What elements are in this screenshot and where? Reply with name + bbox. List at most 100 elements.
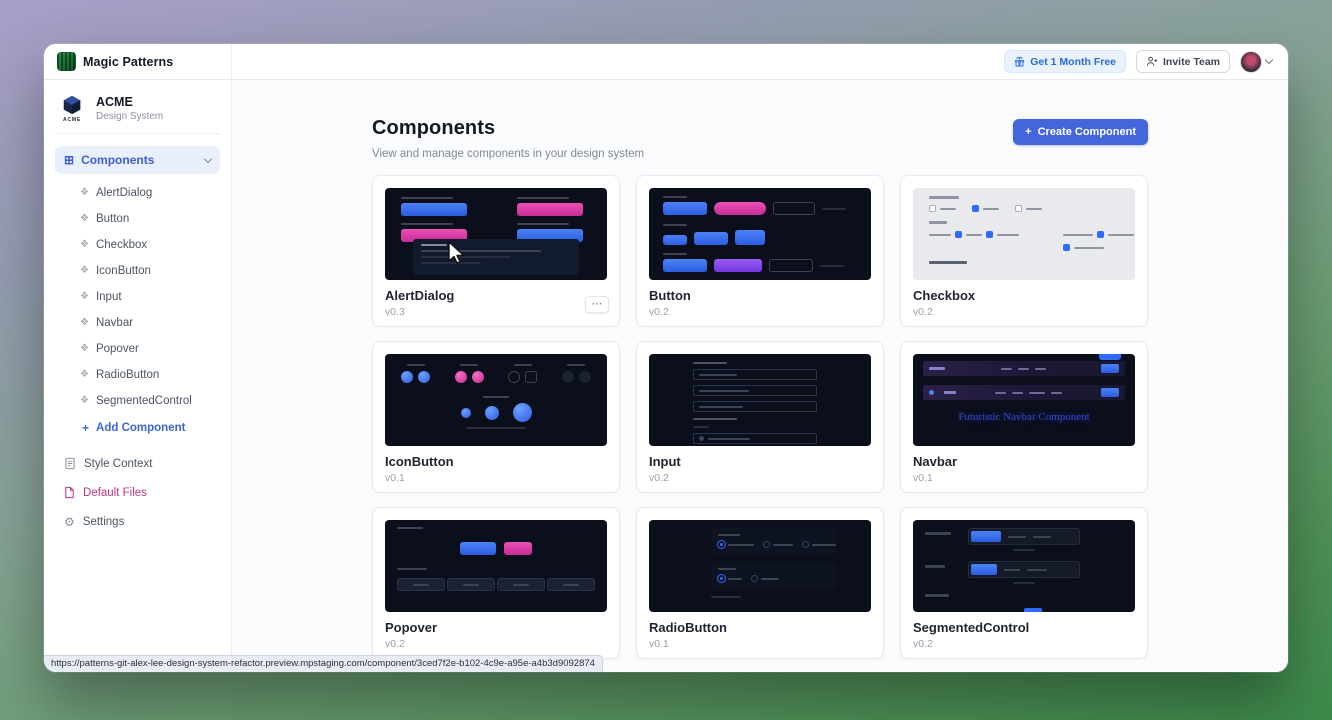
- sidebar-item-settings[interactable]: ⚙ Settings: [54, 507, 221, 536]
- thumb-demo: [663, 196, 857, 215]
- cube-icon: [61, 94, 83, 116]
- component-thumbnail[interactable]: Futuristic Navbar Component: [913, 354, 1135, 446]
- page-title: Components: [372, 117, 644, 140]
- component-icon: ❖: [80, 188, 89, 198]
- thumb-demo: [663, 253, 857, 272]
- component-thumbnail[interactable]: [385, 354, 607, 446]
- sidebar-item-radiobutton[interactable]: ❖RadioButton: [54, 362, 221, 388]
- link-preview-statusbar: https://patterns-git-alex-lee-design-sys…: [44, 655, 603, 672]
- brand-area: Magic Patterns: [44, 44, 232, 79]
- thumb-demo: [923, 361, 1125, 376]
- plus-icon: +: [1025, 126, 1031, 138]
- component-thumbnail[interactable]: [649, 354, 871, 446]
- card-name: Popover: [385, 620, 619, 635]
- top-bar: Magic Patterns Get 1 Month Free Invite T…: [44, 44, 1288, 80]
- component-thumbnail[interactable]: [385, 520, 607, 612]
- thumb-demo: [711, 528, 837, 554]
- thumb-demo: [925, 561, 1123, 584]
- style-context-label: Style Context: [84, 458, 152, 470]
- thumb-demo: [929, 221, 947, 224]
- component-icon: ❖: [80, 396, 89, 406]
- thumb-demo: [693, 385, 817, 396]
- thumb-demo: [929, 231, 1119, 251]
- thumb-demo: [395, 396, 597, 429]
- thumb-demo: [397, 527, 423, 529]
- sidebar-item-label: RadioButton: [96, 369, 159, 381]
- sidebar-item-label: Navbar: [96, 317, 133, 329]
- thumb-demo: [397, 542, 595, 555]
- component-card-checkbox[interactable]: Checkbox v0.2: [900, 175, 1148, 327]
- card-version: v0.3: [385, 306, 619, 318]
- component-thumbnail[interactable]: [913, 520, 1135, 612]
- default-files-label: Default Files: [83, 487, 147, 499]
- thumb-demo: [397, 578, 595, 591]
- main-content: Components View and manage components in…: [232, 80, 1288, 672]
- grid-icon: ⊞: [64, 154, 74, 166]
- component-card-iconbutton[interactable]: IconButton v0.1: [372, 341, 620, 493]
- settings-label: Settings: [83, 516, 125, 528]
- sidebar-item-default-files[interactable]: Default Files: [54, 478, 221, 507]
- component-card-input[interactable]: Input v0.2: [636, 341, 884, 493]
- workspace-switcher[interactable]: ACME ACME Design System: [54, 92, 221, 134]
- component-card-radiobutton[interactable]: RadioButton v0.1: [636, 507, 884, 659]
- thumb-demo: [711, 562, 837, 588]
- acme-logo-caption: ACME: [63, 117, 81, 123]
- component-thumbnail[interactable]: [913, 188, 1135, 280]
- sidebar-item-button[interactable]: ❖Button: [54, 206, 221, 232]
- sidebar-item-label: Popover: [96, 343, 139, 355]
- sidebar-item-segmentedcontrol[interactable]: ❖SegmentedControl: [54, 388, 221, 414]
- sidebar-item-label: Checkbox: [96, 239, 147, 251]
- component-card-segmentedcontrol[interactable]: SegmentedControl v0.2: [900, 507, 1148, 659]
- card-version: v0.2: [913, 306, 1147, 318]
- sidebar-item-alertdialog[interactable]: ❖AlertDialog: [54, 180, 221, 206]
- thumb-demo: [397, 568, 427, 570]
- thumb-demo: [517, 197, 591, 216]
- sidebar-item-input[interactable]: ❖Input: [54, 284, 221, 310]
- add-component-button[interactable]: + Add Component: [54, 414, 221, 441]
- thumb-demo: [693, 418, 737, 420]
- magic-patterns-logo-icon: [57, 52, 76, 71]
- thumb-demo: [663, 224, 857, 245]
- avatar: [1240, 51, 1262, 73]
- sidebar-item-label: IconButton: [96, 265, 151, 277]
- sidebar-item-popover[interactable]: ❖Popover: [54, 336, 221, 362]
- component-card-button[interactable]: Button v0.2: [636, 175, 884, 327]
- thumb-demo: [693, 362, 727, 364]
- thumb-demo: [923, 385, 1125, 400]
- sidebar-item-style-context[interactable]: Style Context: [54, 449, 221, 478]
- thumb-demo: [929, 205, 1119, 212]
- component-thumbnail[interactable]: [385, 188, 607, 280]
- sidebar-item-checkbox[interactable]: ❖Checkbox: [54, 232, 221, 258]
- plus-icon: +: [82, 422, 89, 434]
- topbar-actions: Get 1 Month Free Invite Team: [1004, 50, 1288, 73]
- thumb-demo: [1024, 608, 1042, 612]
- account-menu[interactable]: [1240, 51, 1272, 73]
- acme-logo: ACME: [57, 94, 87, 123]
- thumb-demo: [693, 401, 817, 412]
- card-name: Checkbox: [913, 288, 1147, 303]
- component-card-popover[interactable]: Popover v0.2: [372, 507, 620, 659]
- card-menu-button[interactable]: ⋯: [585, 296, 609, 313]
- component-grid: AlertDialog v0.3 ⋯: [372, 175, 1148, 659]
- sidebar-item-navbar[interactable]: ❖Navbar: [54, 310, 221, 336]
- sidebar: ACME ACME Design System ⊞ Components ❖Al…: [44, 80, 232, 672]
- invite-team-button[interactable]: Invite Team: [1136, 50, 1230, 73]
- component-thumbnail[interactable]: [649, 188, 871, 280]
- thumb-demo: [929, 196, 959, 199]
- card-version: v0.2: [385, 638, 619, 650]
- card-version: v0.2: [649, 472, 883, 484]
- create-component-label: Create Component: [1038, 126, 1136, 138]
- component-card-navbar[interactable]: Futuristic Navbar Component Navbar v0.1: [900, 341, 1148, 493]
- component-icon: ❖: [80, 292, 89, 302]
- create-component-button[interactable]: + Create Component: [1013, 119, 1148, 145]
- get-month-free-button[interactable]: Get 1 Month Free: [1004, 50, 1126, 73]
- component-card-alertdialog[interactable]: AlertDialog v0.3 ⋯: [372, 175, 620, 327]
- file-icon: [64, 486, 75, 499]
- card-version: v0.1: [913, 472, 1147, 484]
- component-thumbnail[interactable]: [649, 520, 871, 612]
- sidebar-item-components[interactable]: ⊞ Components: [55, 146, 220, 174]
- gift-icon: [1014, 56, 1025, 67]
- component-icon: ❖: [80, 214, 89, 224]
- sidebar-item-iconbutton[interactable]: ❖IconButton: [54, 258, 221, 284]
- thumb-demo: [693, 426, 709, 428]
